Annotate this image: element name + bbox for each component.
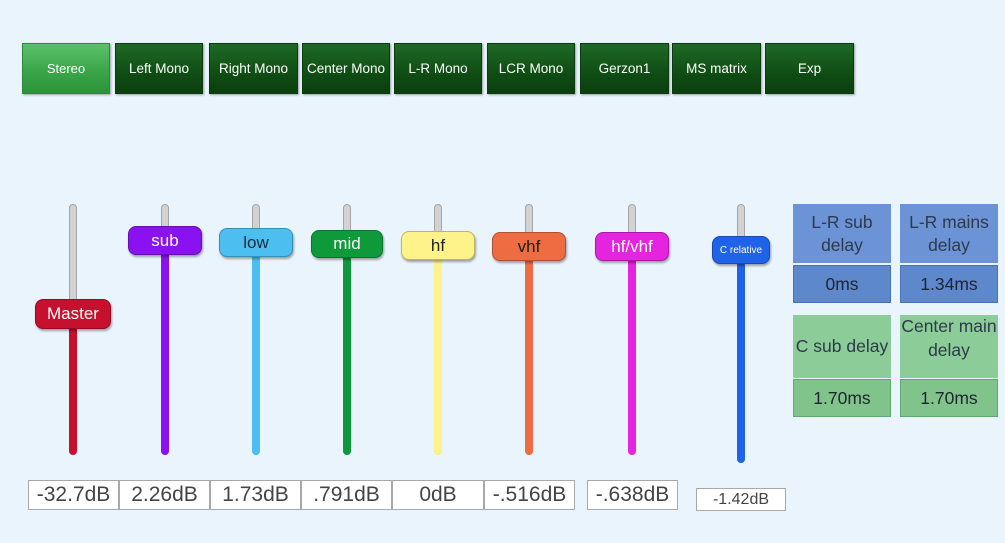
lr-mains-delay-label: L-R mains delay xyxy=(900,204,998,263)
hf-vhf-slider-fill xyxy=(628,246,636,455)
vhf-slider-fill xyxy=(525,246,533,455)
sub-slider-fill xyxy=(161,240,169,455)
mode-button-exp[interactable]: Exp xyxy=(765,43,854,94)
hf-vhf-slider-thumb[interactable]: hf/vhf xyxy=(595,232,669,261)
low-slider-thumb[interactable]: low xyxy=(219,228,293,257)
mode-button-ms-matrix[interactable]: MS matrix xyxy=(672,43,761,94)
lr-mains-delay-value[interactable]: 1.34ms xyxy=(900,265,998,303)
mid-gain-readout: .791dB xyxy=(301,480,392,510)
hf-gain-readout: 0dB xyxy=(392,480,484,510)
center-main-delay-value[interactable]: 1.70ms xyxy=(900,379,998,417)
mid-slider-thumb[interactable]: mid xyxy=(311,230,383,258)
master-slider-thumb[interactable]: Master xyxy=(35,299,111,329)
c-relative-slider-thumb[interactable]: C relative xyxy=(712,236,770,264)
vhf-gain-readout: -.516dB xyxy=(484,480,575,510)
c-sub-delay-value[interactable]: 1.70ms xyxy=(793,379,891,417)
vhf-slider-thumb[interactable]: vhf xyxy=(492,232,566,261)
sub-slider-thumb[interactable]: sub xyxy=(128,226,202,255)
master-slider-fill xyxy=(69,314,77,455)
master-gain-readout: -32.7dB xyxy=(28,480,119,510)
mode-button-lcr-mono[interactable]: LCR Mono xyxy=(487,43,575,94)
c-sub-delay-label: C sub delay xyxy=(793,315,891,378)
center-main-delay-label: Center main delay xyxy=(900,315,998,378)
hf-slider-thumb[interactable]: hf xyxy=(401,231,475,260)
mid-slider-fill xyxy=(343,244,351,455)
lr-sub-delay-value[interactable]: 0ms xyxy=(793,265,891,303)
hf-vhf-gain-readout: -.638dB xyxy=(587,480,678,510)
mode-button-stereo[interactable]: Stereo xyxy=(22,43,110,94)
mode-button-right-mono[interactable]: Right Mono xyxy=(209,43,298,94)
c-relative-slider-fill xyxy=(737,250,745,463)
low-gain-readout: 1.73dB xyxy=(210,480,301,510)
low-slider-fill xyxy=(252,242,260,455)
mode-button-center-mono[interactable]: Center Mono xyxy=(302,43,390,94)
mode-button-gerzon1[interactable]: Gerzon1 xyxy=(580,43,669,94)
c-relative-gain-readout: -1.42dB xyxy=(696,488,786,511)
hf-slider-fill xyxy=(434,245,442,455)
sub-gain-readout: 2.26dB xyxy=(119,480,210,510)
lr-sub-delay-label: L-R sub delay xyxy=(793,204,891,263)
mode-button-lr-mono[interactable]: L-R Mono xyxy=(394,43,482,94)
mode-button-left-mono[interactable]: Left Mono xyxy=(115,43,203,94)
